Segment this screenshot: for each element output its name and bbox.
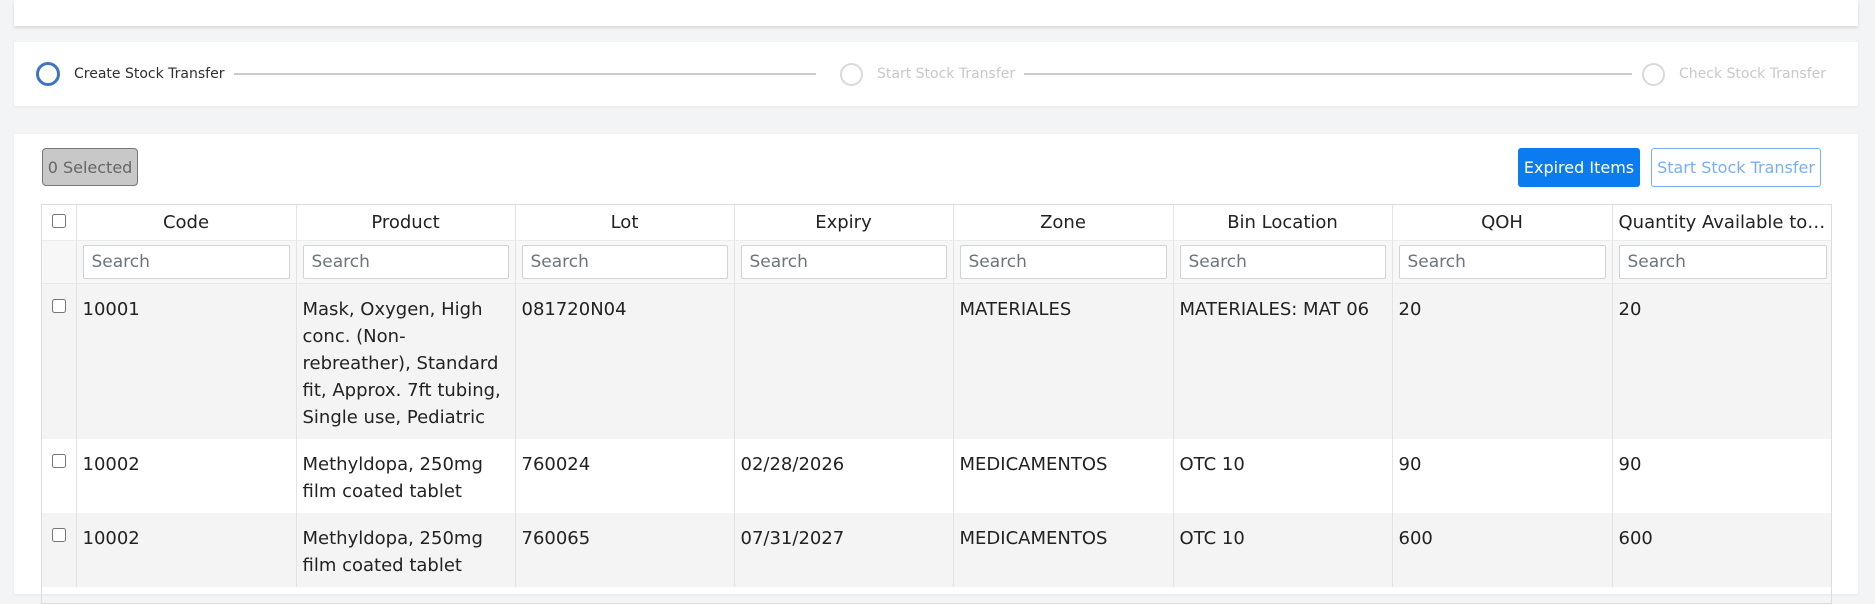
filter-cell-product [296, 240, 516, 284]
table-header-row: Code Product Lot Expiry Zone Bin Locatio… [42, 205, 1831, 241]
table-row[interactable]: 10002 Methyldopa, 250mg film coated tabl… [42, 512, 1831, 587]
column-header-lot[interactable]: Lot [515, 205, 735, 241]
stock-table-card: 0 Selected Expired Items Start Stock Tra… [14, 134, 1858, 604]
step-check-label: Check Stock Transfer [1679, 66, 1827, 82]
selected-count-button[interactable]: 0 Selected [42, 148, 138, 186]
step-check-circle-icon [1642, 62, 1665, 86]
filter-cell-zone [953, 240, 1174, 284]
column-header-code[interactable]: Code [76, 205, 297, 241]
cell-code: 10002 [76, 512, 297, 587]
search-input-bin-location[interactable] [1179, 244, 1386, 279]
cell-zone: MEDICAMENTOS [953, 438, 1174, 513]
column-header-qoh[interactable]: QOH [1392, 205, 1613, 241]
search-input-zone[interactable] [959, 244, 1167, 279]
table-row[interactable]: 10002 Methyldopa, 250mg film coated tabl… [42, 438, 1831, 513]
search-input-qoh[interactable] [1398, 244, 1606, 279]
cell-bin-location: OTC 10 [1173, 512, 1393, 587]
filter-cell-code [76, 240, 297, 284]
cell-quantity-available: 90 [1612, 438, 1831, 513]
step-start-circle-icon [840, 62, 863, 86]
cell-expiry [734, 283, 954, 439]
start-stock-transfer-button[interactable]: Start Stock Transfer [1651, 148, 1821, 187]
step-start-label: Start Stock Transfer [877, 66, 1016, 82]
row-checkbox[interactable] [51, 527, 66, 542]
cell-lot: 760024 [515, 438, 735, 513]
filter-cell-qoh [1392, 240, 1613, 284]
cell-quantity-available: 600 [1612, 512, 1831, 587]
stock-table: Code Product Lot Expiry Zone Bin Locatio… [41, 204, 1832, 604]
cell-expiry: 02/28/2026 [734, 438, 954, 513]
expired-items-button[interactable]: Expired Items [1518, 148, 1640, 187]
column-header-quantity-available[interactable]: Quantity Available to T... [1612, 205, 1831, 241]
row-checkbox[interactable] [51, 298, 66, 313]
step-create-label: Create Stock Transfer [74, 66, 225, 82]
step-create-circle-icon [36, 62, 60, 86]
step-connector-1 [234, 73, 816, 75]
row-checkbox[interactable] [51, 453, 66, 468]
cell-product: Mask, Oxygen, High conc. (Non-rebreather… [296, 283, 516, 439]
cell-qoh: 600 [1392, 512, 1613, 587]
step-check[interactable]: Check Stock Transfer [1642, 42, 1826, 106]
row-select-cell [42, 512, 77, 587]
table-row[interactable]: 10001 Mask, Oxygen, High conc. (Non-rebr… [42, 283, 1831, 439]
cell-zone: MEDICAMENTOS [953, 512, 1174, 587]
cell-bin-location: MATERIALES: MAT 06 [1173, 283, 1393, 439]
cell-qoh: 90 [1392, 438, 1613, 513]
filter-cell-expiry [734, 240, 954, 284]
search-input-quantity-available[interactable] [1618, 244, 1827, 279]
stepper: Create Stock Transfer Start Stock Transf… [14, 42, 1858, 106]
step-create[interactable]: Create Stock Transfer [36, 42, 224, 106]
column-header-expiry[interactable]: Expiry [734, 205, 954, 241]
row-select-cell [42, 283, 77, 439]
cell-bin-location: OTC 10 [1173, 438, 1393, 513]
column-header-bin-location[interactable]: Bin Location [1173, 205, 1393, 241]
cell-product: Methyldopa, 250mg film coated tablet [296, 438, 516, 513]
filter-cell-quantity-available [1612, 240, 1831, 284]
column-header-product[interactable]: Product [296, 205, 516, 241]
search-input-code[interactable] [82, 244, 290, 279]
select-all-cell [42, 205, 77, 241]
cell-zone: MATERIALES [953, 283, 1174, 439]
cell-product: Methyldopa, 250mg film coated tablet [296, 512, 516, 587]
step-connector-2 [1024, 73, 1632, 75]
filter-row [42, 240, 1831, 284]
search-input-product[interactable] [302, 244, 509, 279]
cell-qoh: 20 [1392, 283, 1613, 439]
filter-cell-bin-location [1173, 240, 1393, 284]
cell-quantity-available: 20 [1612, 283, 1831, 439]
column-header-zone[interactable]: Zone [953, 205, 1174, 241]
select-all-checkbox[interactable] [51, 213, 66, 228]
search-input-lot[interactable] [521, 244, 728, 279]
step-start[interactable]: Start Stock Transfer [840, 42, 1015, 106]
row-select-cell [42, 438, 77, 513]
filter-cell-lot [515, 240, 735, 284]
cell-expiry: 07/31/2027 [734, 512, 954, 587]
cell-lot: 081720N04 [515, 283, 735, 439]
cell-code: 10001 [76, 283, 297, 439]
cell-code: 10002 [76, 438, 297, 513]
cell-lot: 760065 [515, 512, 735, 587]
filter-spacer [42, 240, 77, 284]
search-input-expiry[interactable] [740, 244, 947, 279]
top-bar [14, 0, 1858, 26]
